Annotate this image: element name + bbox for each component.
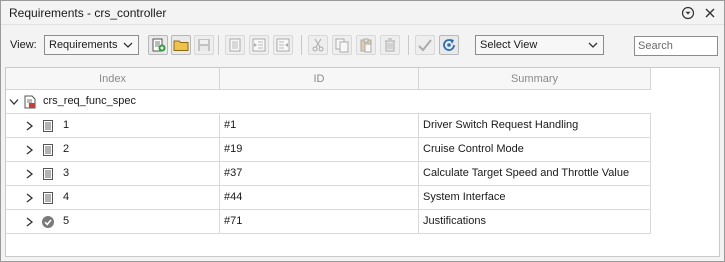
requirement-set-row[interactable]: crs_req_func_spec — [6, 90, 651, 114]
index-cell: 1 — [6, 114, 220, 138]
cut-button[interactable] — [308, 35, 328, 55]
view-select[interactable]: Requirements — [44, 35, 139, 55]
id-cell: #1 — [220, 114, 419, 138]
table-row[interactable]: 3 #37 Calculate Target Speed and Throttl… — [6, 162, 651, 186]
justification-button[interactable] — [415, 35, 435, 55]
chevron-right-icon[interactable] — [25, 121, 34, 131]
summary-cell: Cruise Control Mode — [419, 138, 651, 162]
new-requirement-set-button[interactable] — [148, 35, 168, 55]
promote-requirement-button[interactable] — [249, 35, 269, 55]
summary-cell: System Interface — [419, 186, 651, 210]
save-button[interactable] — [194, 35, 214, 55]
chevron-right-icon[interactable] — [25, 169, 34, 179]
table-header: Index ID Summary — [6, 68, 651, 90]
index-value: 5 — [63, 215, 70, 227]
chevron-right-icon[interactable] — [25, 145, 34, 155]
column-header-summary[interactable]: Summary — [419, 68, 651, 90]
summary-cell: Driver Switch Request Handling — [419, 114, 651, 138]
requirements-tree-table: Index ID Summary crs_req_func_spec 1 #1 … — [5, 67, 720, 257]
title-bar: Requirements - crs_controller — [1, 1, 724, 25]
id-cell: #44 — [220, 186, 419, 210]
index-cell: 5 — [6, 210, 220, 234]
index-cell: 4 — [6, 186, 220, 210]
copy-button[interactable] — [332, 35, 352, 55]
panel-menu-icon[interactable] — [681, 6, 695, 20]
index-value: 3 — [63, 167, 70, 179]
summary-cell: Justifications — [419, 210, 651, 234]
chevron-right-icon[interactable] — [25, 193, 34, 203]
view-label: View: — [10, 39, 37, 51]
summary-cell: Calculate Target Speed and Throttle Valu… — [419, 162, 651, 186]
delete-button[interactable] — [380, 35, 400, 55]
index-value: 1 — [63, 119, 70, 131]
table-row[interactable]: 5 #71 Justifications — [6, 210, 651, 234]
window-title: Requirements - crs_controller — [9, 6, 167, 20]
index-cell: 3 — [6, 162, 220, 186]
view-select-value: Requirements — [49, 39, 118, 51]
chevron-down-icon[interactable] — [9, 98, 19, 108]
view-mode-select[interactable]: Select View — [475, 35, 604, 55]
id-cell: #19 — [220, 138, 419, 162]
toolbar: View: Requirements Select View Search — [1, 26, 724, 64]
column-header-index[interactable]: Index — [6, 68, 220, 90]
requirement-set-name: crs_req_func_spec — [43, 95, 136, 107]
id-cell: #71 — [220, 210, 419, 234]
toolbar-separator — [301, 35, 302, 55]
chevron-down-icon — [123, 41, 133, 49]
chevron-down-icon — [588, 41, 598, 49]
refresh-links-button[interactable] — [439, 35, 459, 55]
open-folder-button[interactable] — [171, 35, 191, 55]
index-cell: 2 — [6, 138, 220, 162]
table-row[interactable]: 4 #44 System Interface — [6, 186, 651, 210]
toolbar-separator — [218, 35, 219, 55]
requirement-doc-icon — [42, 168, 54, 180]
close-icon[interactable] — [703, 6, 717, 20]
toolbar-separator — [408, 35, 409, 55]
requirement-set-file-icon — [23, 95, 37, 109]
requirements-panel: Requirements - crs_controller View: Requ… — [0, 0, 725, 262]
justification-check-icon — [41, 215, 55, 229]
index-value: 4 — [63, 191, 70, 203]
column-header-id[interactable]: ID — [220, 68, 419, 90]
requirement-doc-icon — [42, 120, 54, 132]
paste-button[interactable] — [356, 35, 376, 55]
demote-requirement-button[interactable] — [273, 35, 293, 55]
table-row[interactable]: 1 #1 Driver Switch Request Handling — [6, 114, 651, 138]
chevron-right-icon[interactable] — [25, 217, 34, 227]
requirement-doc-icon — [42, 144, 54, 156]
index-value: 2 — [63, 143, 70, 155]
requirement-doc-icon — [42, 192, 54, 204]
id-cell: #37 — [220, 162, 419, 186]
search-input[interactable] — [634, 36, 718, 56]
add-requirement-button[interactable] — [225, 35, 245, 55]
view-mode-select-value: Select View — [480, 39, 538, 51]
table-row[interactable]: 2 #19 Cruise Control Mode — [6, 138, 651, 162]
